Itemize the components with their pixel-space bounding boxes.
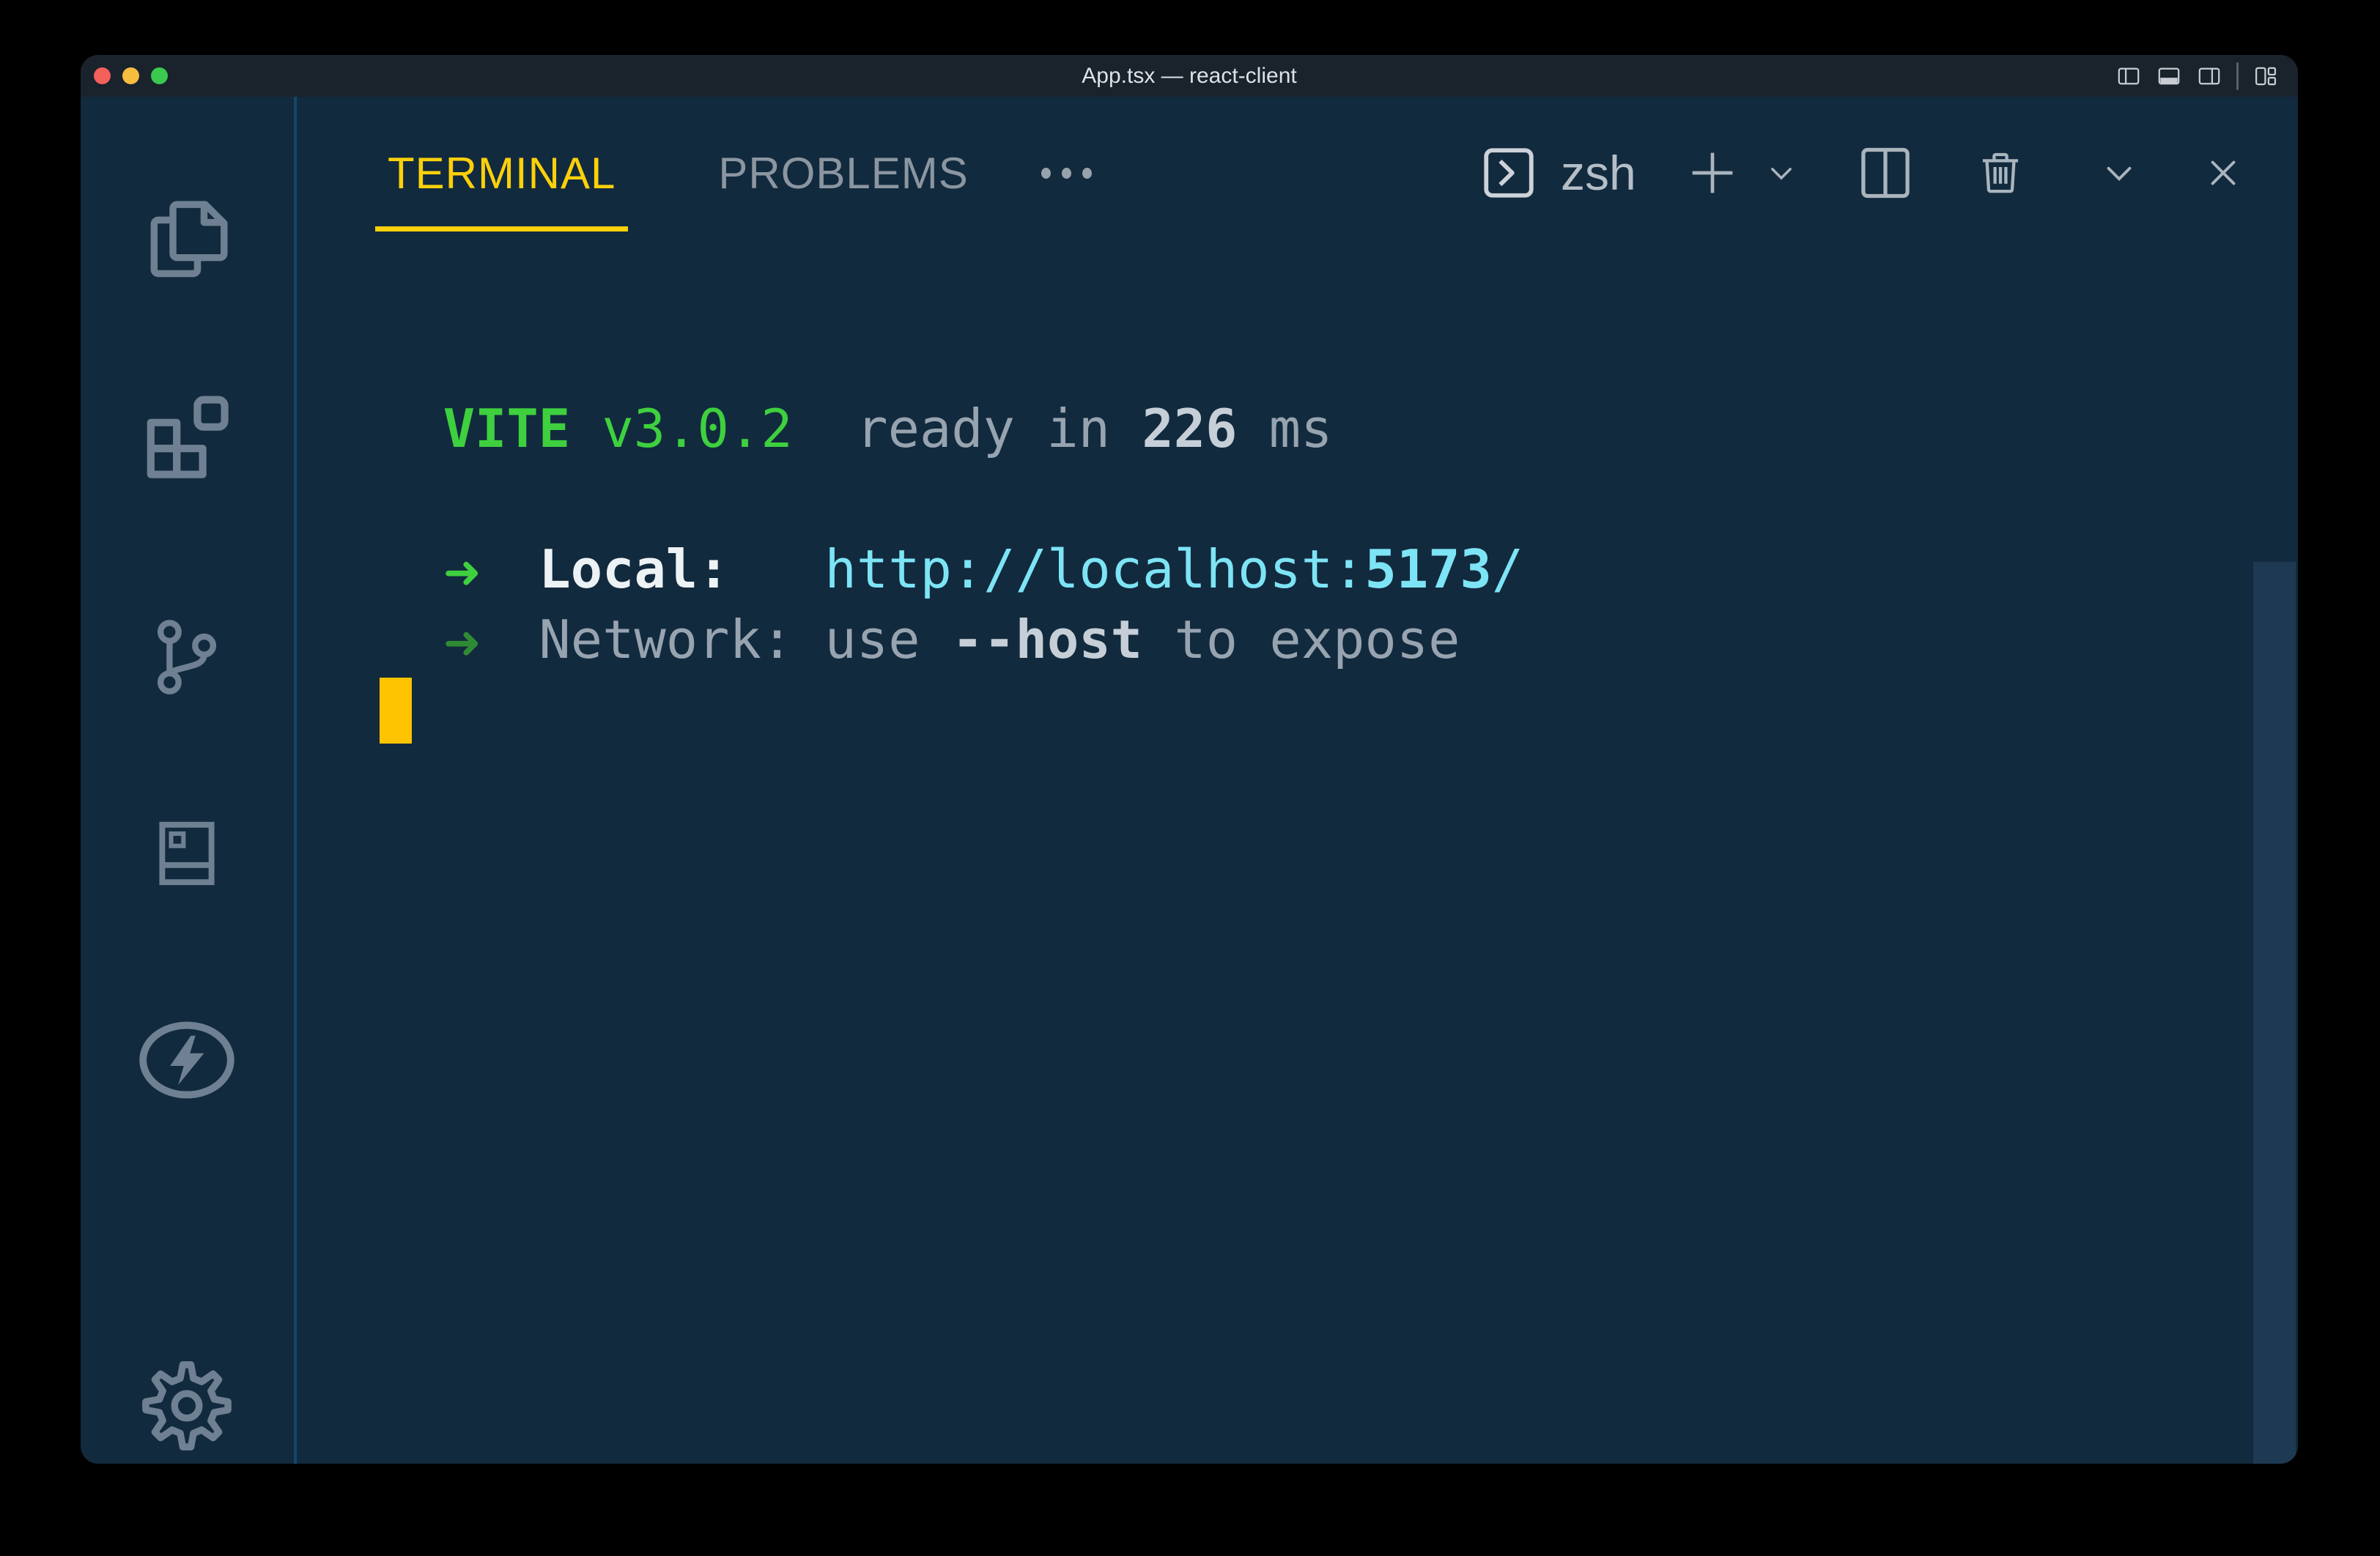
new-terminal-plus-icon[interactable] xyxy=(1683,144,1742,202)
panel-tab-bar: TERMINAL PROBLEMS xyxy=(375,97,1092,249)
titlebar-separator xyxy=(2236,62,2239,90)
desktop-background: { "window_title": "App.tsx — react-clien… xyxy=(0,0,2380,1556)
scrollbar-thumb[interactable] xyxy=(2253,562,2296,1464)
tab-problems-label: PROBLEMS xyxy=(718,148,968,199)
more-actions-icon[interactable] xyxy=(1041,168,1092,179)
close-panel-icon[interactable] xyxy=(2200,150,2246,196)
kill-terminal-trash-icon[interactable] xyxy=(1973,143,2028,203)
tab-terminal-label: TERMINAL xyxy=(388,148,616,199)
app-window: App.tsx — react-client xyxy=(81,55,2298,1464)
titlebar: App.tsx — react-client xyxy=(81,55,2298,97)
terminal-cursor xyxy=(380,678,412,744)
layout-sidebar-right-icon[interactable] xyxy=(2196,63,2222,89)
shell-picker-chevron-icon[interactable] xyxy=(1761,152,1802,193)
extensions-icon[interactable] xyxy=(134,384,240,489)
terminal-line: VITE v3.0.2 ready in 226 ms xyxy=(380,393,1523,464)
panel-chevron-down-icon[interactable] xyxy=(2096,150,2142,196)
tab-terminal[interactable]: TERMINAL xyxy=(375,97,628,249)
terminal-box-icon xyxy=(1479,143,1539,203)
remote-window-icon[interactable] xyxy=(146,801,228,905)
activity-bar xyxy=(81,97,294,1464)
split-terminal-icon[interactable] xyxy=(1855,139,1916,207)
customize-layout-icon[interactable] xyxy=(2252,63,2279,89)
layout-panel-bottom-icon[interactable] xyxy=(2156,63,2182,89)
terminal-line xyxy=(380,675,1523,745)
terminal-line: ➜ Network: use --host to expose xyxy=(380,604,1523,675)
activity-bar-divider xyxy=(294,97,297,1464)
terminal-line xyxy=(380,464,1523,534)
terminal-line: ➜ Local: http://localhost:5173/ xyxy=(380,534,1523,604)
terminal-controls: zsh xyxy=(1479,97,2246,249)
files-explorer-icon[interactable] xyxy=(138,190,236,288)
source-control-icon[interactable] xyxy=(144,608,230,706)
terminal-content[interactable]: VITE v3.0.2 ready in 226 ms ➜ Local: htt… xyxy=(380,323,1523,745)
layout-sidebar-left-icon[interactable] xyxy=(2115,63,2142,89)
settings-gear-icon[interactable] xyxy=(138,1357,236,1455)
terminal-line xyxy=(380,323,1523,393)
thunder-client-icon[interactable] xyxy=(133,1006,241,1114)
window-title: App.tsx — react-client xyxy=(81,55,2298,97)
shell-name-label[interactable]: zsh xyxy=(1561,145,1636,201)
tab-problems[interactable]: PROBLEMS xyxy=(706,97,980,249)
